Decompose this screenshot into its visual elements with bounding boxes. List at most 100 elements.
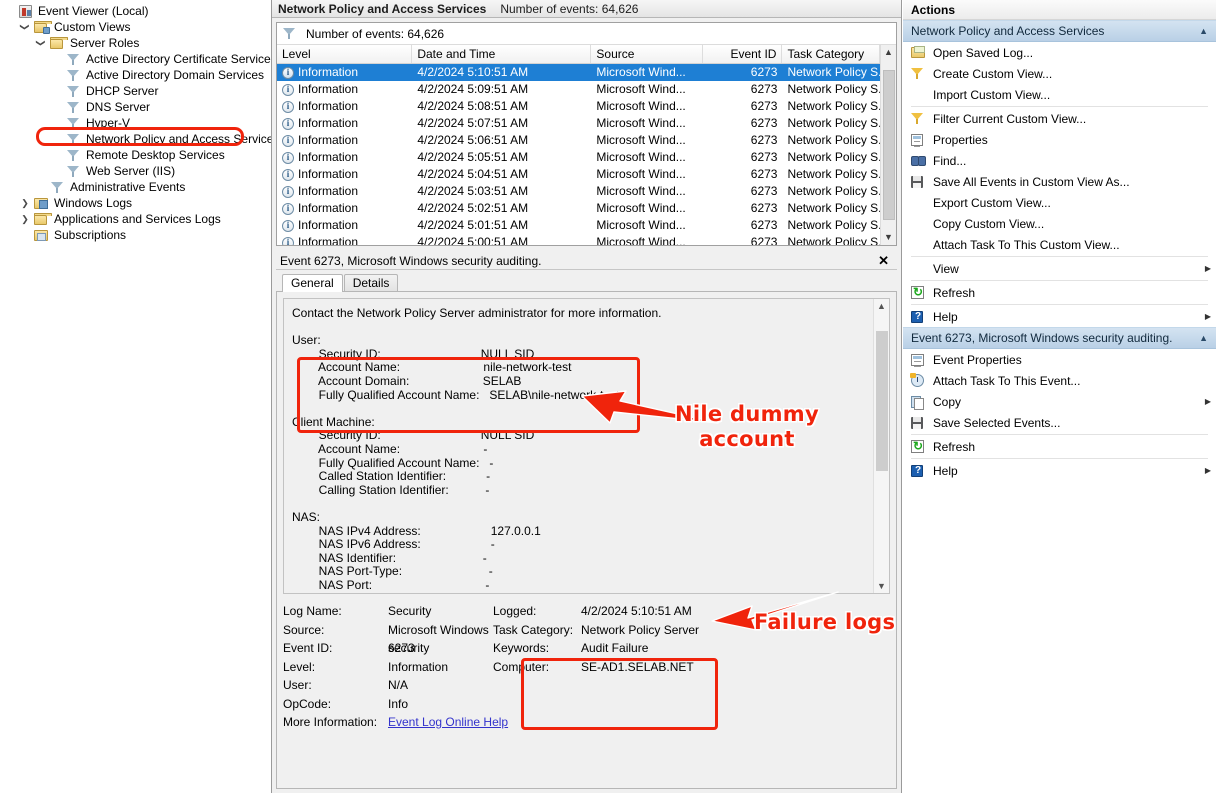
- action-item-filter-current-custom-view[interactable]: Filter Current Custom View...: [903, 108, 1216, 129]
- metadata-key: Computer:: [493, 659, 550, 674]
- action-item-create-custom-view[interactable]: Create Custom View...: [903, 63, 1216, 84]
- tree-item-subscriptions[interactable]: Subscriptions: [2, 227, 271, 243]
- metadata-value: Security: [388, 604, 432, 618]
- event-row[interactable]: i Information 4/2/2024 5:08:51 AM Microsoft…: [277, 98, 880, 115]
- console-tree-pane: Event Viewer (Local) Custom Views Server R…: [0, 0, 272, 793]
- action-item-copy-custom-view[interactable]: Copy Custom View...: [903, 213, 1216, 234]
- chevron-up-icon[interactable]: ▲: [1199, 327, 1208, 349]
- action-item-event-properties[interactable]: Event Properties: [903, 349, 1216, 370]
- console-tree: Event Viewer (Local) Custom Views Server R…: [2, 3, 271, 243]
- event-row[interactable]: i Information 4/2/2024 5:09:51 AM Microsoft…: [277, 81, 880, 98]
- actions-separator: [911, 106, 1208, 107]
- close-icon[interactable]: ✕: [874, 253, 893, 269]
- event-log-online-help-link[interactable]: Event Log Online Help: [388, 713, 508, 732]
- scroll-up-icon[interactable]: ▲: [884, 45, 893, 60]
- event-description-scrollbar[interactable]: ▲ ▼: [873, 299, 889, 593]
- tab-general[interactable]: General: [282, 274, 343, 292]
- scroll-up-icon[interactable]: ▲: [877, 299, 886, 313]
- tab-details[interactable]: Details: [343, 274, 399, 292]
- event-row[interactable]: i Information 4/2/2024 5:02:51 AM Microsoft…: [277, 200, 880, 217]
- event-viewer-icon: [18, 4, 32, 18]
- scrollbar-track[interactable]: [874, 313, 889, 579]
- tree-item-administrative-events[interactable]: Administrative Events: [2, 179, 271, 195]
- event-source: Microsoft Wind...: [596, 65, 686, 79]
- submenu-arrow-icon[interactable]: ▶: [1200, 312, 1216, 321]
- chevron-up-icon[interactable]: ▲: [1199, 20, 1208, 42]
- event-row[interactable]: i Information 4/2/2024 5:00:51 AM Microsoft…: [277, 234, 880, 245]
- chevron-down-icon[interactable]: [18, 19, 32, 35]
- event-level: Information: [298, 201, 359, 215]
- actions-section-label: Network Policy and Access Services: [911, 24, 1105, 38]
- column-header-level[interactable]: Level: [277, 45, 413, 63]
- event-list-body[interactable]: i Information 4/2/2024 5:10:51 AM Microsoft…: [277, 64, 880, 245]
- tree-item-active-directory-certificate-services[interactable]: Active Directory Certificate Services: [2, 51, 271, 67]
- event-row[interactable]: i Information 4/2/2024 5:07:51 AM Microsoft…: [277, 115, 880, 132]
- tree-item-windows-logs[interactable]: Windows Logs: [2, 195, 271, 211]
- tree-item-custom-views[interactable]: Custom Views: [2, 19, 271, 35]
- event-source: Microsoft Wind...: [596, 99, 686, 113]
- find-icon: [911, 155, 926, 166]
- tree-item-label: Subscriptions: [54, 228, 127, 242]
- scrollbar-thumb[interactable]: [876, 331, 888, 471]
- action-item-help[interactable]: Help ▶: [903, 306, 1216, 327]
- tree-item-label: Custom Views: [54, 20, 131, 34]
- funnel-icon: [67, 69, 79, 81]
- scroll-down-icon[interactable]: ▼: [884, 230, 893, 245]
- chevron-right-icon[interactable]: [18, 195, 32, 211]
- action-item-open-saved-log[interactable]: Open Saved Log...: [903, 42, 1216, 63]
- submenu-arrow-icon[interactable]: ▶: [1200, 466, 1216, 475]
- tree-item-applications-and-services-logs[interactable]: Applications and Services Logs: [2, 211, 271, 227]
- event-datetime: 4/2/2024 5:07:51 AM: [417, 116, 529, 130]
- tree-item-dhcp-server[interactable]: DHCP Server: [2, 83, 271, 99]
- chevron-right-icon[interactable]: [18, 211, 32, 227]
- event-level: Information: [298, 235, 359, 245]
- action-item-save-selected-events[interactable]: Save Selected Events...: [903, 412, 1216, 433]
- scrollbar-thumb[interactable]: [882, 70, 895, 220]
- event-row[interactable]: i Information 4/2/2024 5:06:51 AM Microsoft…: [277, 132, 880, 149]
- tree-item-event-viewer-local[interactable]: Event Viewer (Local): [2, 3, 271, 19]
- column-header-date-and-time[interactable]: Date and Time: [412, 45, 592, 63]
- metadata-row: Keywords: Audit Failure: [493, 639, 743, 658]
- actions-section-header-custom-view[interactable]: Network Policy and Access Services ▲: [903, 20, 1216, 42]
- funnel-icon: [67, 101, 79, 113]
- action-item-attach-task-to-this-event[interactable]: Attach Task To This Event...: [903, 370, 1216, 391]
- event-task-category: Network Policy S...: [787, 82, 880, 96]
- action-item-copy[interactable]: Copy ▶: [903, 391, 1216, 412]
- tree-item-network-policy-and-access-services[interactable]: Network Policy and Access Services: [2, 131, 271, 147]
- action-item-export-custom-view[interactable]: Export Custom View...: [903, 192, 1216, 213]
- action-item-help[interactable]: Help ▶: [903, 460, 1216, 481]
- scroll-down-icon[interactable]: ▼: [877, 579, 886, 593]
- action-item-import-custom-view[interactable]: Import Custom View...: [903, 84, 1216, 105]
- submenu-arrow-icon[interactable]: ▶: [1200, 397, 1216, 406]
- event-list-scrollbar[interactable]: ▲ ▼: [880, 45, 896, 245]
- tree-item-hyper-v[interactable]: Hyper-V: [2, 115, 271, 131]
- actions-section-header-event[interactable]: Event 6273, Microsoft Windows security a…: [903, 327, 1216, 349]
- column-header-event-id[interactable]: Event ID: [703, 45, 783, 63]
- action-item-properties[interactable]: Properties: [903, 129, 1216, 150]
- chevron-down-icon[interactable]: [34, 35, 48, 51]
- event-row[interactable]: i Information 4/2/2024 5:03:51 AM Microsoft…: [277, 183, 880, 200]
- event-filter-bar[interactable]: Number of events: 64,626: [277, 23, 896, 45]
- tree-item-remote-desktop-services[interactable]: Remote Desktop Services: [2, 147, 271, 163]
- column-header-task-category[interactable]: Task Category: [782, 45, 880, 63]
- metadata-value: Network Policy Server: [581, 622, 700, 637]
- event-row[interactable]: i Information 4/2/2024 5:01:51 AM Microsoft…: [277, 217, 880, 234]
- action-item-attach-task-to-this-custom-view[interactable]: Attach Task To This Custom View...: [903, 234, 1216, 255]
- action-item-refresh[interactable]: Refresh: [903, 436, 1216, 457]
- column-header-source[interactable]: Source: [591, 45, 703, 63]
- tree-item-dns-server[interactable]: DNS Server: [2, 99, 271, 115]
- action-item-view[interactable]: View ▶: [903, 258, 1216, 279]
- tree-item-web-server-iis[interactable]: Web Server (IIS): [2, 163, 271, 179]
- action-item-refresh[interactable]: Refresh: [903, 282, 1216, 303]
- event-row[interactable]: i Information 4/2/2024 5:04:51 AM Microsoft…: [277, 166, 880, 183]
- metadata-row: User: N/A: [283, 676, 493, 695]
- tree-item-label: DNS Server: [86, 100, 151, 114]
- event-row[interactable]: i Information 4/2/2024 5:05:51 AM Microsoft…: [277, 149, 880, 166]
- tree-item-server-roles[interactable]: Server Roles: [2, 35, 271, 51]
- submenu-arrow-icon[interactable]: ▶: [1200, 264, 1216, 273]
- action-item-find[interactable]: Find...: [903, 150, 1216, 171]
- event-task-category: Network Policy S...: [787, 218, 880, 232]
- event-row[interactable]: i Information 4/2/2024 5:10:51 AM Microsoft…: [277, 64, 880, 81]
- tree-item-active-directory-domain-services[interactable]: Active Directory Domain Services: [2, 67, 271, 83]
- action-item-save-all-events-in-custom-view-as[interactable]: Save All Events in Custom View As...: [903, 171, 1216, 192]
